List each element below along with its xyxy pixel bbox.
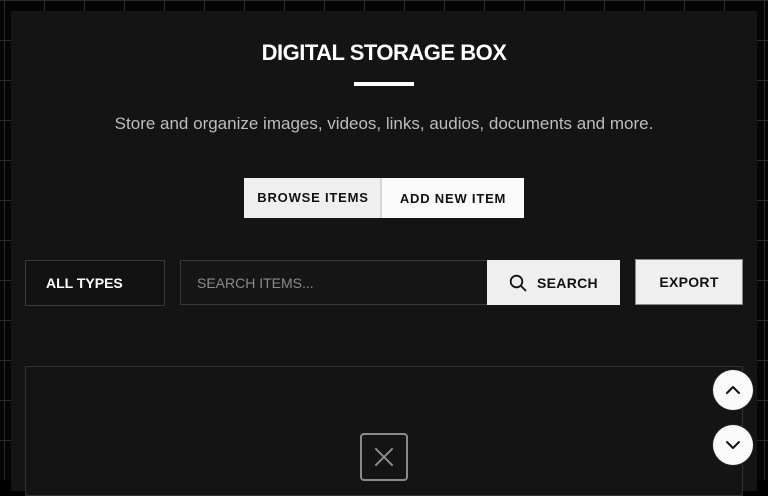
page-subtitle: Store and organize images, videos, links… xyxy=(114,114,654,133)
page-title: DIGITAL STORAGE BOX xyxy=(261,40,507,65)
type-filter-select[interactable]: ALL TYPES xyxy=(25,260,165,306)
scroll-up-button[interactable] xyxy=(713,370,753,410)
title-underline xyxy=(354,82,414,86)
search-button-label: SEARCH xyxy=(537,274,598,291)
chevron-up-icon xyxy=(724,381,742,399)
close-box-icon xyxy=(360,433,408,481)
search-button[interactable]: SEARCH xyxy=(487,260,620,305)
scroll-down-button[interactable] xyxy=(713,425,753,465)
search-input[interactable] xyxy=(180,260,488,305)
browse-items-button[interactable]: BROWSE ITEMS xyxy=(244,178,382,218)
search-icon xyxy=(509,274,527,292)
export-button[interactable]: EXPORT xyxy=(635,259,743,305)
chevron-down-icon xyxy=(724,436,742,454)
add-new-item-button[interactable]: ADD NEW ITEM xyxy=(382,178,524,218)
type-filter-value: ALL TYPES xyxy=(46,275,123,291)
